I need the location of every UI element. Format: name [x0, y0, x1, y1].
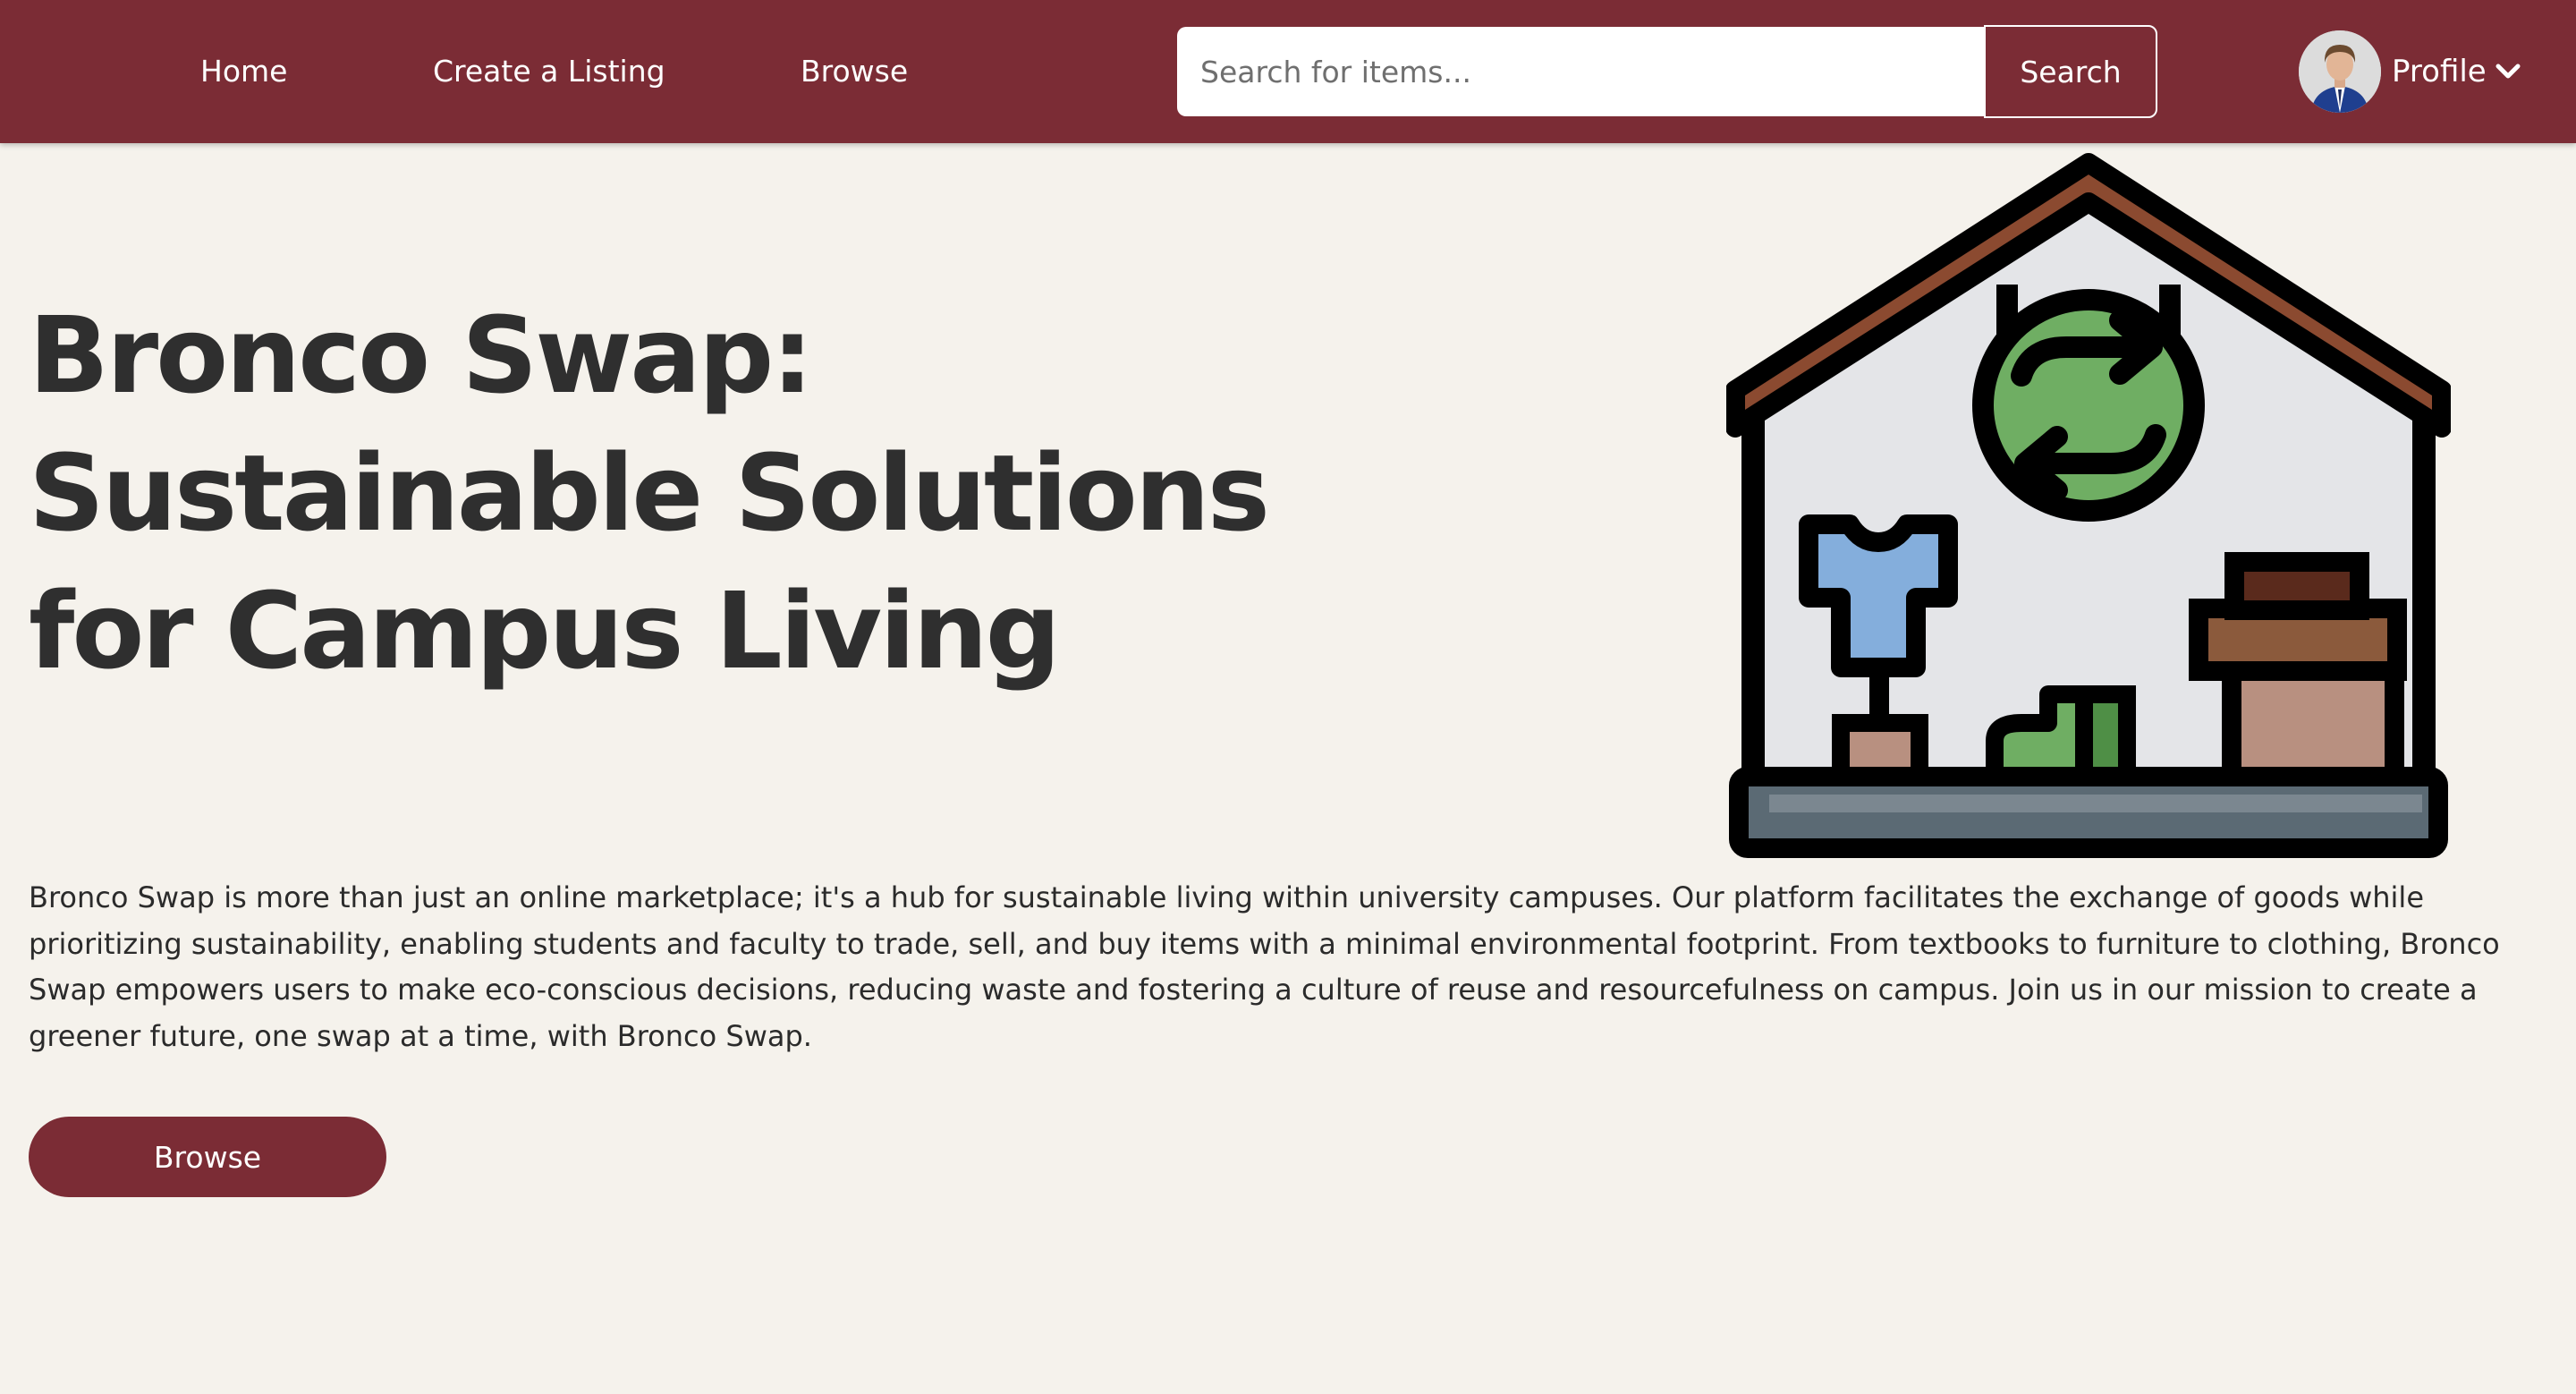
- nav-link-create-listing[interactable]: Create a Listing: [433, 50, 665, 93]
- nav-link-home[interactable]: Home: [200, 50, 287, 93]
- hero-title-line: for Campus Living: [29, 569, 1061, 693]
- profile-label: Profile: [2392, 54, 2487, 89]
- browse-button[interactable]: Browse: [29, 1117, 386, 1197]
- chevron-down-icon: [2496, 64, 2521, 79]
- swap-house-illustration: [1726, 153, 2451, 858]
- search-button[interactable]: Search: [1984, 25, 2157, 118]
- profile-menu[interactable]: Profile: [2299, 29, 2522, 115]
- hero-title-line: Bronco Swap:: [29, 293, 814, 417]
- hero-title: Bronco Swap: Sustainable Solutions for C…: [29, 286, 1460, 700]
- hero-description: Bronco Swap is more than just an online …: [29, 880, 2500, 1053]
- nav-link-browse[interactable]: Browse: [801, 50, 908, 93]
- search-input[interactable]: [1177, 27, 1984, 116]
- avatar: [2299, 30, 2381, 113]
- hero-title-line: Sustainable Solutions: [29, 431, 1270, 555]
- top-navbar: Home Create a Listing Browse Search Prof…: [0, 0, 2576, 143]
